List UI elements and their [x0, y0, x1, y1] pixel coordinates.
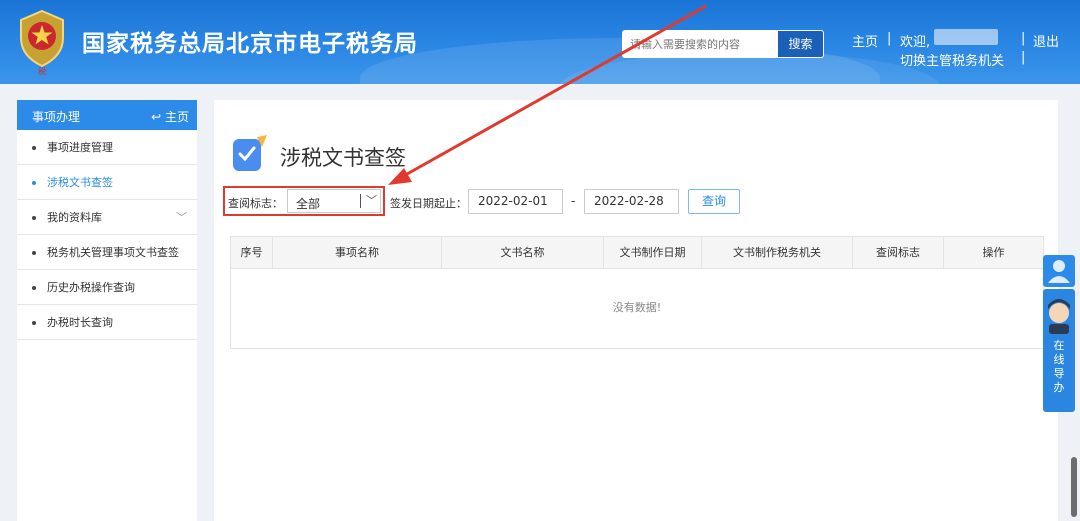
- service-agent-icon: [1048, 299, 1070, 334]
- column-header: 事项名称: [273, 237, 442, 268]
- search-button[interactable]: 搜索: [777, 30, 824, 58]
- sidebar-item-label: 办税时长查询: [47, 316, 113, 329]
- text-cursor-icon: [360, 194, 361, 208]
- nav-separator: |: [1021, 50, 1026, 65]
- bullet-icon: [32, 181, 36, 185]
- sidebar-item-label: 我的资料库: [47, 211, 102, 224]
- date-range-label: 签发日期起止：: [390, 197, 467, 210]
- logout-link[interactable]: 退出: [1033, 31, 1059, 50]
- nav-separator: |: [887, 31, 892, 46]
- query-button[interactable]: 查询: [688, 189, 740, 214]
- online-guide-button[interactable]: 在 线 导 办: [1043, 289, 1075, 412]
- sidebar-header: 事项办理 ↩︎ 主页: [17, 100, 197, 130]
- site-title: 国家税务总局北京市电子税务局: [82, 31, 418, 57]
- user-icon: [1048, 260, 1070, 283]
- bullet-icon: [32, 251, 36, 255]
- main-panel: 涉税文书查签 查阅标志： 全部 ﹀ 签发日期起止： 2022-02-01 - 2…: [214, 100, 1058, 521]
- empty-state-text: 没有数据!: [612, 301, 662, 314]
- home-link[interactable]: 主页: [852, 31, 878, 50]
- switch-tax-office-link[interactable]: 切换主管税务机关: [900, 50, 1004, 69]
- bullet-icon: [32, 146, 36, 150]
- scrollbar[interactable]: [1071, 457, 1077, 517]
- page-title: 涉税文书查签: [280, 146, 406, 170]
- sidebar-item-history[interactable]: 历史办税操作查询: [17, 270, 197, 305]
- bullet-icon: [32, 321, 36, 325]
- sidebar-title: 事项办理: [32, 110, 81, 124]
- user-service-button[interactable]: [1043, 255, 1075, 287]
- chevron-down-icon: ﹀: [176, 211, 187, 224]
- date-separator: -: [571, 194, 576, 208]
- sidebar: 事项办理 ↩︎ 主页 事项进度管理 涉税文书查签 我的资料库 ﹀ 税务机关管理事…: [17, 100, 197, 521]
- top-header: 税 国家税务总局北京市电子税务局 搜索 主页 | 欢迎, | 退出 切换主管税务…: [0, 0, 1080, 84]
- back-arrow-icon: ↩︎: [151, 110, 162, 124]
- sidebar-item-label: 历史办税操作查询: [47, 281, 135, 294]
- redacted-username: [934, 29, 998, 45]
- column-header: 文书制作日期: [604, 237, 702, 268]
- sidebar-item-authority-documents[interactable]: 税务机关管理事项文书查签: [17, 235, 197, 270]
- date-to-input[interactable]: 2022-02-28: [584, 189, 679, 214]
- column-header: 查阅标志: [853, 237, 944, 268]
- column-header: 操作: [982, 246, 1005, 259]
- bullet-icon: [32, 216, 36, 220]
- date-from-input[interactable]: 2022-02-01: [468, 189, 563, 214]
- guide-label: 在 线 导 办: [1043, 339, 1075, 395]
- sidebar-item-duration[interactable]: 办税时长查询: [17, 305, 197, 340]
- bullet-icon: [32, 286, 36, 290]
- sidebar-item-label: 事项进度管理: [47, 141, 113, 154]
- guide-char: 办: [1053, 381, 1065, 394]
- document-sign-icon: [233, 135, 267, 171]
- sidebar-item-tax-documents[interactable]: 涉税文书查签: [17, 165, 197, 200]
- tax-emblem-logo: 税: [20, 9, 64, 76]
- svg-text:税: 税: [38, 66, 46, 76]
- nav-separator: |: [1021, 31, 1026, 46]
- status-filter-label: 查阅标志：: [228, 197, 283, 210]
- sidebar-item-my-library[interactable]: 我的资料库 ﹀: [17, 200, 197, 235]
- search-input[interactable]: [622, 30, 778, 58]
- sidebar-home-link[interactable]: ↩︎ 主页: [151, 108, 189, 125]
- guide-char: 在: [1053, 339, 1065, 352]
- table-header: 序号 事项名称 文书名称 文书制作日期 文书制作税务机关 查阅标志 操作: [231, 237, 1043, 269]
- guide-char: 导: [1053, 367, 1065, 380]
- status-filter-select[interactable]: 全部 ﹀: [287, 189, 381, 213]
- sidebar-item-label: 涉税文书查签: [47, 176, 113, 189]
- welcome-text: 欢迎,: [900, 35, 931, 50]
- documents-table: 序号 事项名称 文书名称 文书制作日期 文书制作税务机关 查阅标志 操作 没有数…: [230, 236, 1044, 349]
- sidebar-item-progress[interactable]: 事项进度管理: [17, 130, 197, 165]
- column-header: 序号: [231, 237, 273, 268]
- sidebar-item-label: 税务机关管理事项文书查签: [47, 246, 179, 259]
- guide-char: 线: [1053, 353, 1065, 366]
- status-filter-value: 全部: [296, 197, 321, 211]
- sidebar-home-label: 主页: [164, 110, 189, 124]
- column-header: 文书名称: [442, 237, 604, 268]
- chevron-down-icon: ﹀: [366, 194, 377, 207]
- column-header: 文书制作税务机关: [702, 237, 853, 268]
